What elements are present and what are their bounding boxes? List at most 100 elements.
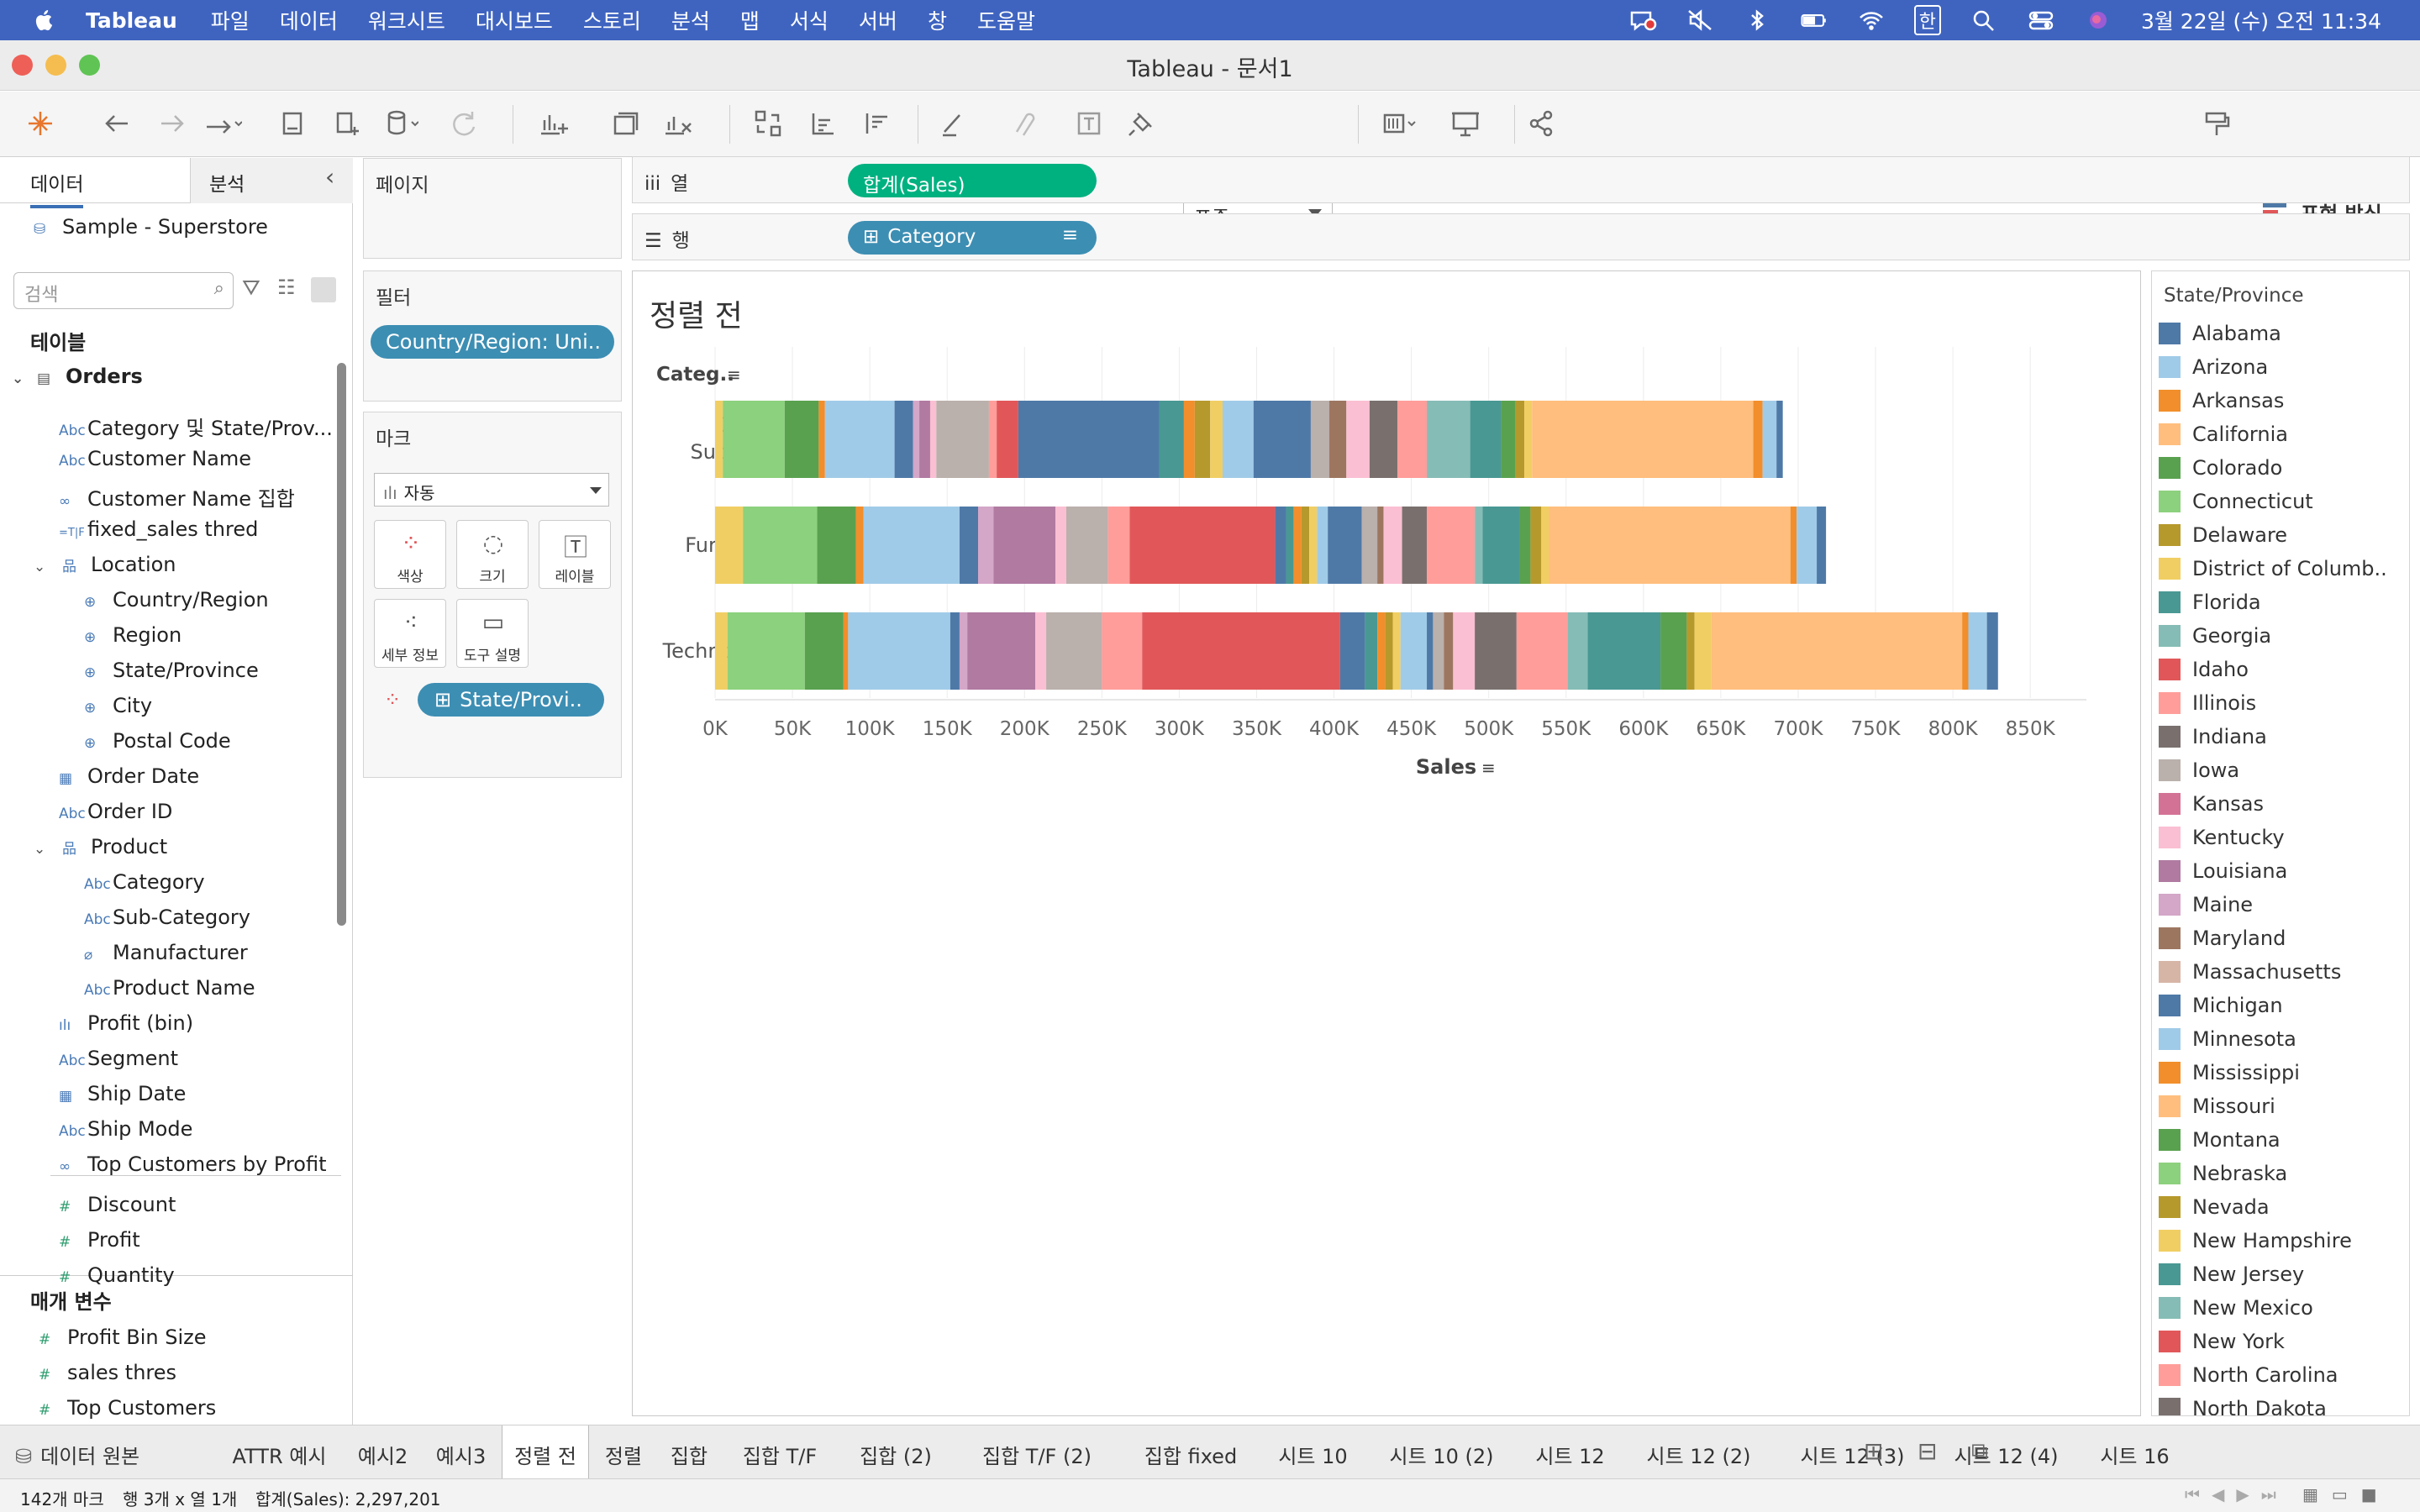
mute-icon[interactable] bbox=[1686, 8, 1714, 33]
bar-segment[interactable] bbox=[1711, 612, 1963, 690]
show-labels-icon[interactable] bbox=[1069, 103, 1109, 144]
bar-segment[interactable] bbox=[1402, 507, 1428, 584]
bar-segment[interactable] bbox=[1194, 401, 1211, 478]
wifi-icon[interactable] bbox=[1857, 8, 1886, 33]
field-item[interactable]: AbcSegment bbox=[59, 1047, 178, 1070]
share-icon[interactable] bbox=[1521, 103, 1561, 144]
sheet-tab[interactable]: 시트 12 bbox=[1520, 1425, 1620, 1479]
bar-segment[interactable] bbox=[1253, 401, 1311, 478]
field-item[interactable]: ılı Profit (bin) bbox=[59, 1011, 193, 1035]
legend-item[interactable]: Michigan bbox=[2159, 994, 2283, 1017]
menu-story[interactable]: 스토리 bbox=[583, 5, 641, 35]
bar-segment[interactable] bbox=[715, 612, 728, 690]
field-item[interactable]: # Profit bbox=[59, 1228, 140, 1252]
format-painter-icon[interactable] bbox=[2196, 103, 2237, 144]
bar-segment[interactable] bbox=[1018, 401, 1160, 478]
bar-segment[interactable] bbox=[715, 507, 744, 584]
field-item[interactable]: ▦ Ship Date bbox=[59, 1082, 186, 1105]
bar-segment[interactable] bbox=[1962, 612, 1969, 690]
legend-item[interactable]: Kentucky bbox=[2159, 826, 2285, 849]
highlight-icon[interactable] bbox=[933, 103, 973, 144]
field-item[interactable]: ∞ Top Customers by Profit bbox=[59, 1152, 327, 1176]
legend-item[interactable]: Idaho bbox=[2159, 658, 2249, 681]
sheet-tab[interactable]: 시트 16 bbox=[2085, 1425, 2185, 1479]
bar-segment[interactable] bbox=[1309, 507, 1318, 584]
color-button[interactable]: ⁘ 색상 bbox=[374, 520, 446, 589]
bar-segment[interactable] bbox=[936, 401, 989, 478]
bar-segment[interactable] bbox=[1339, 612, 1365, 690]
bar-segment[interactable] bbox=[913, 401, 920, 478]
sheet-tab[interactable]: 집합 (2) bbox=[839, 1425, 952, 1479]
menu-server[interactable]: 서버 bbox=[859, 5, 897, 35]
field-item[interactable]: # Discount bbox=[59, 1193, 176, 1216]
bar-segment[interactable] bbox=[1065, 507, 1108, 584]
bar-segment[interactable] bbox=[1817, 507, 1827, 584]
bar-segment[interactable] bbox=[784, 401, 819, 478]
field-item[interactable]: # Quantity bbox=[59, 1263, 175, 1287]
tab-data[interactable]: 데이터 bbox=[30, 168, 84, 208]
bar-segment[interactable] bbox=[1567, 612, 1588, 690]
sheet-tab[interactable]: ATTR 예시 bbox=[217, 1425, 342, 1479]
menu-app-name[interactable]: Tableau bbox=[86, 8, 177, 33]
field-item[interactable]: AbcCustomer Name bbox=[59, 447, 251, 470]
bar-segment[interactable] bbox=[1365, 612, 1378, 690]
tab-analytics[interactable]: 분석 ‹ bbox=[190, 158, 353, 203]
bar-segment[interactable] bbox=[1530, 507, 1542, 584]
x-axis-title[interactable]: Sales bbox=[1416, 755, 1476, 775]
bar-segment[interactable] bbox=[1301, 507, 1310, 584]
field-item[interactable]: AbcCategory bbox=[84, 870, 205, 894]
detail-button[interactable]: ⁖ 세부 정보 bbox=[374, 599, 446, 668]
bar-segment[interactable] bbox=[1501, 401, 1515, 478]
legend-item[interactable]: Georgia bbox=[2159, 624, 2271, 648]
bar-segment[interactable] bbox=[1400, 612, 1428, 690]
parameter-item[interactable]: # Top Customers bbox=[39, 1396, 216, 1420]
menu-worksheet[interactable]: 워크시트 bbox=[368, 5, 445, 35]
bar-segment[interactable] bbox=[1427, 612, 1434, 690]
sheet-tab[interactable]: 시트 12 (2) bbox=[1623, 1425, 1774, 1479]
bar-segment[interactable] bbox=[959, 507, 979, 584]
control-center-icon[interactable] bbox=[2027, 8, 2055, 33]
field-item[interactable]: ⌄ 品 Product bbox=[34, 835, 167, 858]
bar-segment[interactable] bbox=[1753, 401, 1763, 478]
menu-data[interactable]: 데이터 bbox=[280, 5, 338, 35]
bar-segment[interactable] bbox=[1397, 401, 1428, 478]
legend-item[interactable]: Louisiana bbox=[2159, 859, 2287, 883]
sheet-tab[interactable]: 예시3 bbox=[424, 1425, 498, 1479]
menu-format[interactable]: 서식 bbox=[790, 5, 829, 35]
bar-segment[interactable] bbox=[1541, 507, 1549, 584]
sheet-tab[interactable]: 집합 fixed bbox=[1122, 1425, 1260, 1479]
menu-analysis[interactable]: 분석 bbox=[671, 5, 710, 35]
bar-segment[interactable] bbox=[1968, 612, 1987, 690]
legend-item[interactable]: Connecticut bbox=[2159, 490, 2313, 513]
bar-segment[interactable] bbox=[1790, 507, 1797, 584]
sheet-tab[interactable]: 정렬 bbox=[592, 1425, 655, 1479]
chevron-down-icon[interactable]: ⌄ bbox=[34, 841, 62, 858]
clear-sheet-icon[interactable] bbox=[657, 103, 697, 144]
bar-segment[interactable] bbox=[1516, 612, 1568, 690]
new-story-tab-icon[interactable]: ⧉ bbox=[1971, 1437, 1988, 1466]
bar-segment[interactable] bbox=[1549, 507, 1791, 584]
legend-item[interactable]: Maryland bbox=[2159, 927, 2286, 950]
legend-item[interactable]: Kansas bbox=[2159, 792, 2264, 816]
legend-item[interactable]: Montana bbox=[2159, 1128, 2281, 1152]
fix-axes-pin-icon[interactable] bbox=[1121, 103, 1161, 144]
bar-segment[interactable] bbox=[848, 612, 950, 690]
field-item[interactable]: ⊕ Region bbox=[84, 623, 182, 647]
bar-segment[interactable] bbox=[959, 612, 968, 690]
legend-item[interactable]: District of Columb.. bbox=[2159, 557, 2387, 580]
bar-segment[interactable] bbox=[1310, 401, 1330, 478]
parameter-item[interactable]: # sales thres bbox=[39, 1361, 176, 1384]
field-item[interactable]: AbcOrder ID bbox=[59, 800, 172, 823]
bar-segment[interactable] bbox=[715, 401, 723, 478]
bar-segment[interactable] bbox=[804, 612, 844, 690]
legend-item[interactable]: Missouri bbox=[2159, 1095, 2275, 1118]
bar-segment[interactable] bbox=[1427, 507, 1476, 584]
bar-segment[interactable] bbox=[967, 612, 1036, 690]
bar-segment[interactable] bbox=[929, 401, 937, 478]
bar-segment[interactable] bbox=[1475, 507, 1483, 584]
bar-segment[interactable] bbox=[1361, 507, 1378, 584]
view-options-icon[interactable]: ☷ bbox=[277, 276, 296, 299]
legend-item[interactable]: New Hampshire bbox=[2159, 1229, 2352, 1252]
bar-segment[interactable] bbox=[1142, 612, 1340, 690]
bar-segment[interactable] bbox=[1035, 612, 1047, 690]
